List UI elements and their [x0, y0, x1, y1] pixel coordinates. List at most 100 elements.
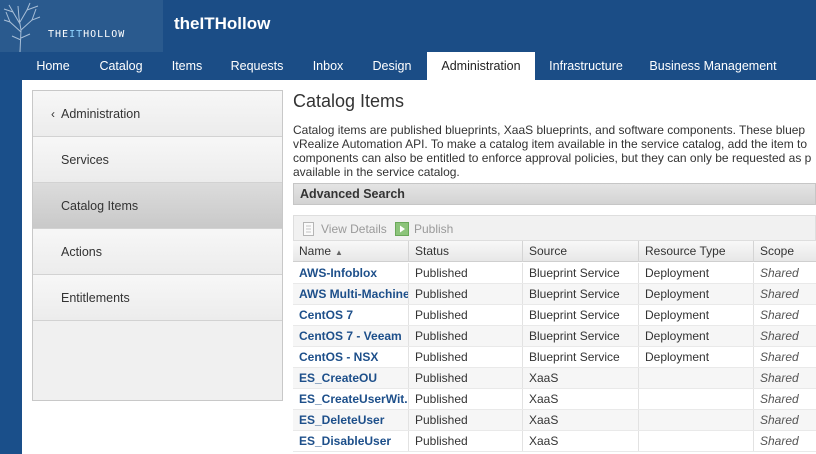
cell-source: XaaS: [523, 431, 639, 451]
table-row[interactable]: CentOS 7 - Veeam Published Blueprint Servi…: [293, 326, 816, 347]
sidebar-menu: ‹ Administration Services Catalog Items …: [32, 90, 283, 401]
cell-name[interactable]: AWS-Infoblox: [293, 263, 409, 283]
page-title: Catalog Items: [293, 91, 405, 111]
sidebar-item-actions[interactable]: Actions: [33, 229, 282, 275]
sort-ascending-icon: ▲: [335, 248, 343, 257]
main-content: Catalog Items Catalog items are publishe…: [293, 90, 816, 454]
cell-name[interactable]: AWS Multi-Machine: [293, 284, 409, 304]
cell-name[interactable]: ES_DisableUser: [293, 431, 409, 451]
cell-scope: Shared: [760, 287, 799, 301]
cell-resource-type: [639, 431, 754, 451]
cell-name[interactable]: ES_CreateUserWit...: [293, 389, 409, 409]
chevron-left-icon: ‹: [51, 107, 55, 121]
brand-logo[interactable]: THEITHOLLOW: [0, 0, 163, 52]
content-panel: ‹ Administration Services Catalog Items …: [22, 80, 816, 454]
description-line: Catalog items are published blueprints, …: [293, 123, 806, 137]
cell-status: Published: [409, 368, 523, 388]
cell-status: Published: [409, 263, 523, 283]
tab-administration[interactable]: Administration: [427, 52, 535, 80]
cell-name[interactable]: CentOS - NSX: [293, 347, 409, 367]
main-nav: Home Catalog Items Requests Inbox Design…: [0, 52, 816, 80]
tab-design[interactable]: Design: [362, 52, 422, 80]
cell-source: Blueprint Service: [523, 326, 639, 346]
table-row[interactable]: CentOS 7 Published Blueprint Service Deploy…: [293, 305, 816, 326]
column-header-scope[interactable]: Scope: [754, 241, 816, 262]
column-header-source[interactable]: Source: [523, 241, 639, 262]
sidebar-item-label: Entitlements: [61, 291, 130, 305]
cell-name[interactable]: CentOS 7: [293, 305, 409, 325]
table-row[interactable]: ES_DeleteUser Published XaaS Shared: [293, 410, 816, 431]
cell-status: Published: [409, 410, 523, 430]
cell-source: Blueprint Service: [523, 305, 639, 325]
tab-home[interactable]: Home: [22, 52, 84, 80]
cell-source: XaaS: [523, 389, 639, 409]
cell-scope: Shared: [760, 266, 799, 280]
cell-status: Published: [409, 326, 523, 346]
cell-scope: Shared: [760, 392, 799, 406]
cell-resource-type: [639, 389, 754, 409]
sidebar-back-administration[interactable]: ‹ Administration: [33, 91, 282, 137]
cell-status: Published: [409, 431, 523, 451]
cell-status: Published: [409, 305, 523, 325]
sidebar-item-services[interactable]: Services: [33, 137, 282, 183]
description-line: vRealize Automation API. To make a catal…: [293, 137, 808, 151]
description-line: components can also be entitled to enfor…: [293, 151, 812, 165]
logo-wordmark: THEITHOLLOW: [48, 29, 126, 40]
cell-source: XaaS: [523, 410, 639, 430]
cell-source: Blueprint Service: [523, 347, 639, 367]
sidebar-back-label: Administration: [61, 107, 141, 121]
table-row[interactable]: CentOS - NSX Published Blueprint Service De…: [293, 347, 816, 368]
cell-status: Published: [409, 389, 523, 409]
table-row[interactable]: AWS-Infoblox Published Blueprint Service De…: [293, 263, 816, 284]
table-row[interactable]: ES_DisableUser Published XaaS Shared: [293, 431, 816, 452]
sidebar-item-label: Services: [61, 153, 109, 167]
sidebar-item-entitlements[interactable]: Entitlements: [33, 275, 282, 321]
table-header: Name ▲ Status Source Resource Type Scope: [293, 241, 816, 262]
play-icon: [395, 222, 409, 236]
document-icon: [303, 222, 314, 236]
view-details-button[interactable]: View Details: [302, 221, 387, 237]
table-row[interactable]: ES_CreateUserWit... Published XaaS Shared: [293, 389, 816, 410]
cell-name[interactable]: ES_DeleteUser: [293, 410, 409, 430]
tree-logo-icon: [3, 2, 41, 52]
cell-source: Blueprint Service: [523, 284, 639, 304]
cell-resource-type: Deployment: [639, 284, 754, 304]
cell-resource-type: [639, 410, 754, 430]
tab-catalog[interactable]: Catalog: [88, 52, 154, 80]
tab-requests[interactable]: Requests: [220, 52, 294, 80]
cell-scope: Shared: [760, 329, 799, 343]
cell-scope: Shared: [760, 371, 799, 385]
cell-resource-type: Deployment: [639, 263, 754, 283]
app-header: THEITHOLLOW theITHollow: [0, 0, 816, 52]
column-header-status[interactable]: Status: [409, 241, 523, 262]
cell-source: XaaS: [523, 368, 639, 388]
tab-inbox[interactable]: Inbox: [302, 52, 354, 80]
tab-infrastructure[interactable]: Infrastructure: [540, 52, 632, 80]
cell-scope: Shared: [760, 350, 799, 364]
cell-resource-type: Deployment: [639, 326, 754, 346]
table-row[interactable]: AWS Multi-Machine Published Blueprint Serv…: [293, 284, 816, 305]
grid-toolbar: View Details Publish: [293, 215, 816, 241]
app-title: theITHollow: [174, 14, 271, 33]
publish-label: Publish: [414, 222, 454, 236]
publish-button[interactable]: Publish: [395, 221, 455, 237]
page-description: Catalog items are published blueprints, …: [293, 123, 816, 179]
table-row[interactable]: ES_CreateOU Published XaaS Shared: [293, 368, 816, 389]
cell-resource-type: [639, 368, 754, 388]
description-line: available in the service catalog.: [293, 165, 460, 179]
cell-scope: Shared: [760, 308, 799, 322]
cell-name[interactable]: CentOS 7 - Veeam: [293, 326, 409, 346]
advanced-search-toggle[interactable]: Advanced Search: [293, 183, 816, 205]
cell-resource-type: Deployment: [639, 347, 754, 367]
cell-source: Blueprint Service: [523, 263, 639, 283]
cell-status: Published: [409, 284, 523, 304]
column-header-resource-type[interactable]: Resource Type: [639, 241, 754, 262]
column-header-name[interactable]: Name ▲: [293, 241, 409, 262]
sidebar-item-label: Catalog Items: [61, 199, 139, 213]
cell-resource-type: Deployment: [639, 305, 754, 325]
tab-business-management[interactable]: Business Management: [640, 52, 786, 80]
tab-items[interactable]: Items: [160, 52, 214, 80]
cell-scope: Shared: [760, 434, 799, 448]
sidebar-item-catalog-items[interactable]: Catalog Items: [33, 183, 282, 229]
cell-name[interactable]: ES_CreateOU: [293, 368, 409, 388]
